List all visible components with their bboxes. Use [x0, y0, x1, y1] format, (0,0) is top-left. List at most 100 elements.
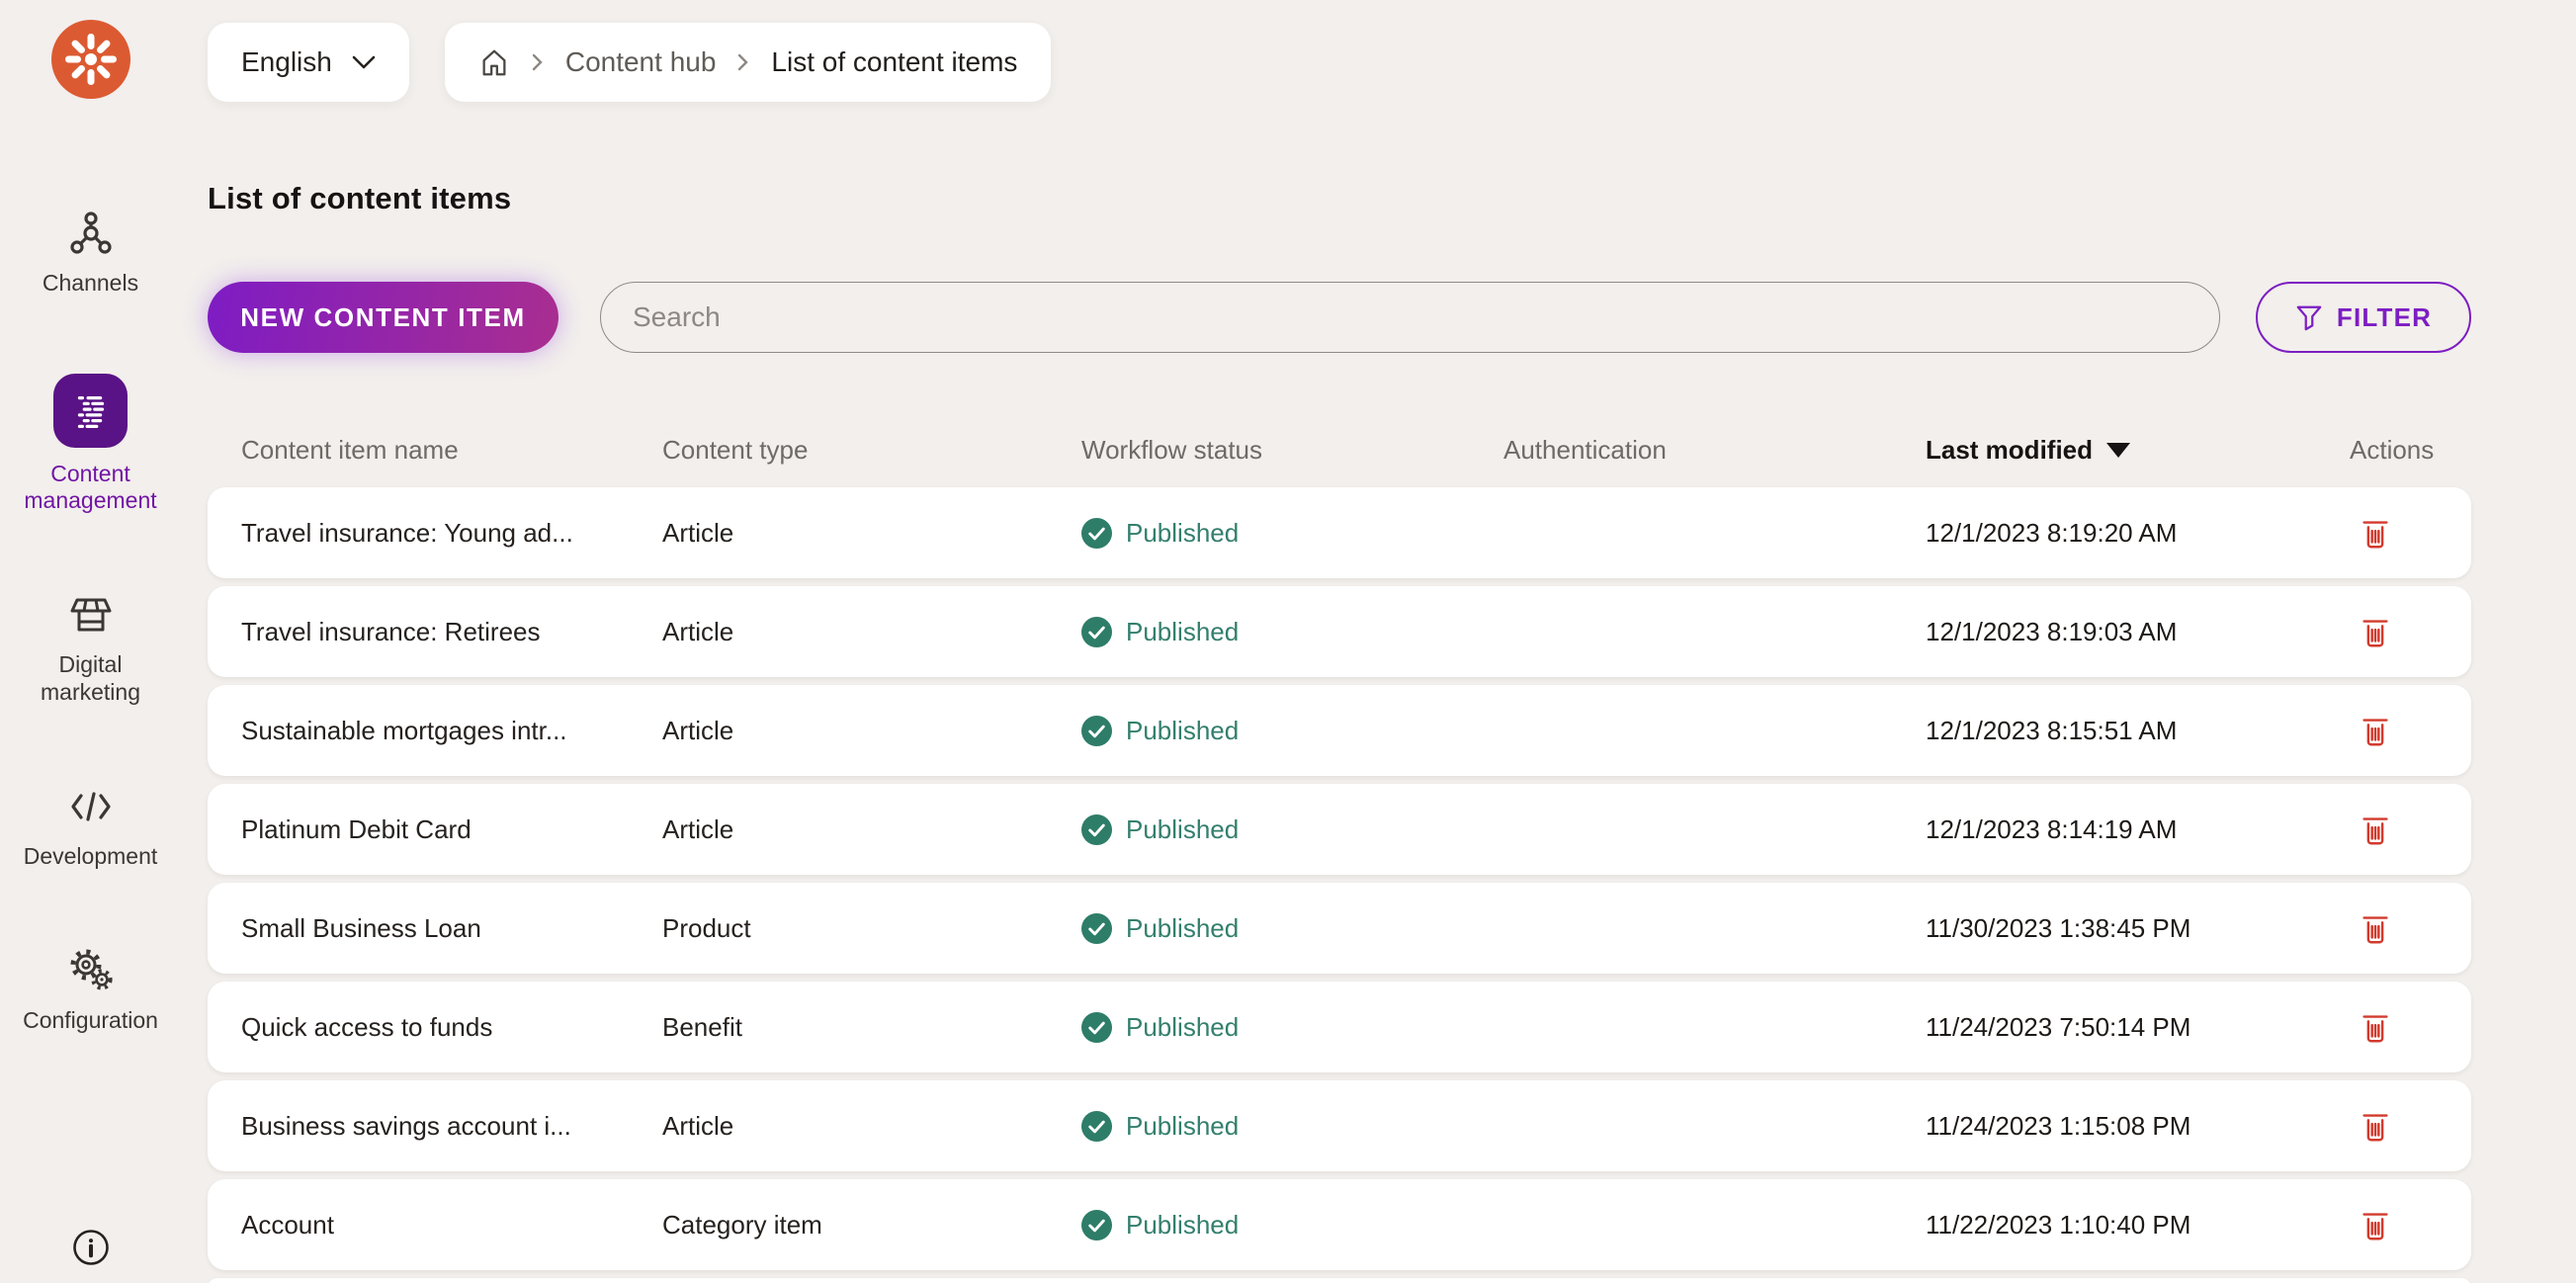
- sidebar-nav: Channels Content management Digital mark…: [0, 210, 181, 1111]
- column-header-label: Last modified: [1926, 434, 2094, 465]
- cell-content-type: Article: [662, 813, 734, 844]
- published-check-icon: [1081, 616, 1112, 647]
- delete-button[interactable]: [2352, 608, 2399, 655]
- home-icon[interactable]: [478, 46, 510, 78]
- delete-button[interactable]: [2352, 707, 2399, 754]
- cell-last-modified: 12/1/2023 8:19:20 AM: [1926, 517, 2178, 548]
- cell-content-type: Product: [662, 912, 751, 943]
- breadcrumb-separator-icon: [737, 53, 749, 71]
- published-check-icon: [1081, 1110, 1112, 1142]
- cell-content-item-name: Quick access to funds: [241, 1011, 493, 1042]
- delete-button[interactable]: [2352, 1003, 2399, 1051]
- sidebar-item-configuration[interactable]: Configuration: [0, 947, 181, 1034]
- column-header-workflow-status[interactable]: Workflow status: [1081, 435, 1503, 466]
- cell-content-type: Category item: [662, 1209, 822, 1240]
- status-label: Published: [1126, 912, 1240, 943]
- status-label: Published: [1126, 1209, 1240, 1240]
- chevron-down-icon: [352, 55, 376, 69]
- new-content-item-button[interactable]: NEW CONTENT ITEM: [208, 282, 558, 353]
- language-value: English: [241, 46, 332, 77]
- column-header-authentication[interactable]: Authentication: [1503, 435, 1926, 466]
- info-icon[interactable]: [69, 1226, 113, 1269]
- configuration-icon: [67, 947, 115, 994]
- table-row[interactable]: Sustainable mortgages intr... Article Pu…: [208, 685, 2471, 776]
- delete-button[interactable]: [2352, 509, 2399, 556]
- trash-icon: [2362, 817, 2388, 845]
- status-label: Published: [1126, 715, 1240, 745]
- table-row[interactable]: Travel insurance: Young ad... Article Pu…: [208, 487, 2471, 578]
- sidebar-item-label: Development: [23, 842, 158, 869]
- status-label: Published: [1126, 1110, 1240, 1141]
- delete-button[interactable]: [2352, 1102, 2399, 1150]
- table-row[interactable]: Quick access to funds Benefit Published …: [208, 982, 2471, 1072]
- breadcrumb-item-content-hub[interactable]: Content hub: [565, 46, 717, 78]
- sidebar-item-content-management[interactable]: Content management: [0, 374, 181, 514]
- table-row[interactable]: Small Business Loan Product Published 11…: [208, 883, 2471, 974]
- cell-content-type: Article: [662, 517, 734, 548]
- published-check-icon: [1081, 813, 1112, 845]
- sidebar-item-label: Digital marketing: [41, 651, 140, 705]
- workflow-status-badge: Published: [1081, 1209, 1503, 1240]
- sort-descending-icon: [2106, 442, 2131, 458]
- published-check-icon: [1081, 517, 1112, 549]
- workflow-status-badge: Published: [1081, 715, 1503, 746]
- cell-content-item-name: Travel insurance: Young ad...: [241, 517, 573, 548]
- sidebar-item-digital-marketing[interactable]: Digital marketing: [0, 591, 181, 705]
- published-check-icon: [1081, 715, 1112, 746]
- development-icon: [67, 783, 115, 830]
- cell-last-modified: 11/22/2023 1:10:40 PM: [1926, 1209, 2191, 1240]
- published-check-icon: [1081, 1011, 1112, 1043]
- cell-content-item-name: Account: [241, 1209, 334, 1240]
- sidebar-item-label: Configuration: [23, 1006, 158, 1033]
- column-header-name[interactable]: Content item name: [241, 435, 662, 466]
- sidebar-item-development[interactable]: Development: [0, 783, 181, 870]
- column-header-type[interactable]: Content type: [662, 435, 1081, 466]
- kentico-logo-icon[interactable]: [50, 20, 130, 99]
- cell-last-modified: 12/1/2023 8:14:19 AM: [1926, 813, 2178, 844]
- sidebar-item-label: Channels: [42, 270, 139, 296]
- breadcrumb: Content hub List of content items: [444, 23, 1052, 102]
- workflow-status-badge: Published: [1081, 813, 1503, 845]
- filter-funnel-icon: [2295, 303, 2323, 331]
- sidebar-item-channels[interactable]: Channels: [0, 210, 181, 297]
- cell-content-item-name: Platinum Debit Card: [241, 813, 472, 844]
- cell-content-type: Article: [662, 1110, 734, 1141]
- workflow-status-badge: Published: [1081, 912, 1503, 944]
- trash-icon: [2362, 1114, 2388, 1142]
- status-label: Published: [1126, 813, 1240, 844]
- cell-content-item-name: Small Business Loan: [241, 912, 481, 943]
- workflow-status-badge: Published: [1081, 1011, 1503, 1043]
- delete-button[interactable]: [2352, 904, 2399, 952]
- sidebar: Channels Content management Digital mark…: [0, 0, 181, 1283]
- trash-icon: [2362, 719, 2388, 746]
- table-row[interactable]: Travel insurance: Retirees Article Publi…: [208, 586, 2471, 677]
- content-items-table: Content item name Content type Workflow …: [208, 353, 2471, 1283]
- table-row[interactable]: Business savings account i... Article Pu…: [208, 1080, 2471, 1171]
- topbar: English Content hub List of content item…: [208, 23, 2576, 102]
- published-check-icon: [1081, 912, 1112, 944]
- trash-icon: [2362, 1015, 2388, 1043]
- delete-button[interactable]: [2352, 806, 2399, 853]
- cell-content-type: Article: [662, 616, 734, 646]
- table-row[interactable]: Platinum Debit Card Article Published 12…: [208, 784, 2471, 875]
- workflow-status-badge: Published: [1081, 1110, 1503, 1142]
- cell-last-modified: 11/30/2023 1:38:45 PM: [1926, 912, 2191, 943]
- table-row[interactable]: Account Category item Published 11/22/20…: [208, 1179, 2471, 1270]
- search-input[interactable]: [600, 282, 2220, 353]
- delete-button[interactable]: [2352, 1201, 2399, 1248]
- table-row-partial: [208, 1278, 2471, 1283]
- cell-content-type: Benefit: [662, 1011, 742, 1042]
- filter-button[interactable]: FILTER: [2256, 282, 2471, 353]
- cell-content-item-name: Travel insurance: Retirees: [241, 616, 541, 646]
- status-label: Published: [1126, 616, 1240, 646]
- column-header-last-modified[interactable]: Last modified: [1926, 435, 2350, 466]
- published-check-icon: [1081, 1209, 1112, 1240]
- language-selector[interactable]: English: [208, 23, 409, 102]
- trash-icon: [2362, 1213, 2388, 1240]
- workflow-status-badge: Published: [1081, 517, 1503, 549]
- cell-last-modified: 11/24/2023 1:15:08 PM: [1926, 1110, 2191, 1141]
- content-management-icon: [53, 374, 128, 449]
- digital-marketing-icon: [67, 591, 115, 639]
- cell-last-modified: 12/1/2023 8:15:51 AM: [1926, 715, 2178, 745]
- column-header-actions: Actions: [2350, 434, 2435, 465]
